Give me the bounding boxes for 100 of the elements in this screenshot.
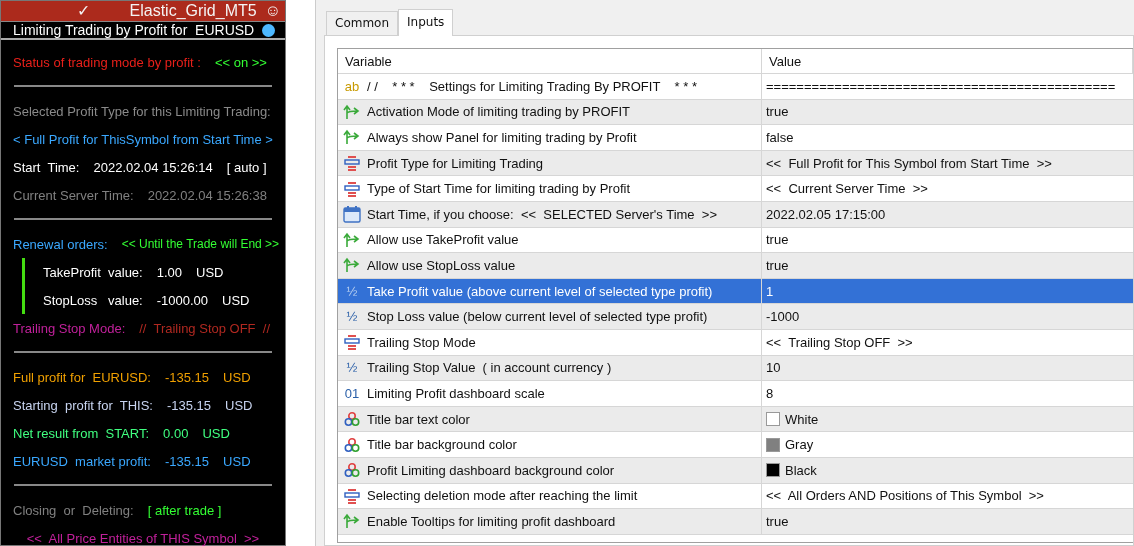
variable-value: 1 (766, 283, 774, 299)
variable-value: true (766, 232, 789, 248)
panel-text: USD (202, 425, 230, 441)
table-row[interactable]: Selecting deletion mode after reaching the limit << All Orders AND Positions of This Symbol >> (338, 483, 1133, 510)
variable-value: false (766, 130, 794, 145)
check-icon: ✓ (76, 1, 90, 21)
panel-text: EURUSD market profit: (13, 453, 151, 469)
panel-text: // Trailing Stop OFF // (139, 320, 270, 336)
table-row[interactable]: Activation Mode of limiting trading by PROFIT true (338, 99, 1133, 126)
table-row[interactable]: Start Time, if you choose: << SELECTED Server's Time >> 2022.02.05 17:15:00 (338, 201, 1133, 228)
panel-text: USD (225, 397, 253, 413)
variable-name: Profit Limiting dashboard background color (367, 462, 615, 478)
panel-text: 1.00 (156, 264, 183, 280)
variable-value: << Trailing Stop OFF >> (766, 334, 913, 350)
list-icon (343, 180, 361, 197)
panel-text: [ after trade ] (147, 502, 222, 518)
panel-text: USD (223, 453, 251, 469)
panel-text: -135.15 (165, 453, 210, 469)
fraction-icon: ½ (343, 283, 361, 299)
variable-name: Allow use TakeProfit value (367, 232, 519, 248)
color-circles-icon (343, 411, 361, 427)
panel-text: USD (196, 264, 224, 280)
variable-value: true (766, 257, 789, 273)
panel-text: -1000.00 (156, 292, 209, 308)
branch-arrow-icon (343, 257, 361, 274)
variable-value: 2022.02.05 17:15:00 (766, 206, 886, 222)
variable-name: Stop Loss value (below current level of selected type profit) (367, 309, 708, 325)
variable-value: << Full Profit for This Symbol from Start Time >> (766, 155, 1052, 171)
variable-name: Start Time, if you choose: << SELECTED Server's Time >> (367, 206, 717, 222)
panel-text: TakeProfit value: (43, 264, 143, 280)
variable-value: true (766, 513, 789, 529)
string-type-icon: ab (343, 78, 361, 94)
calendar-icon (343, 205, 361, 223)
table-row[interactable]: Trailing Stop Mode << Trailing Stop OFF >> (338, 329, 1133, 356)
variable-value: -1000 (766, 309, 800, 325)
table-row[interactable]: Type of Start Time for limiting trading by Profit << Current Server Time >> (338, 176, 1133, 202)
variable-name: Selecting deletion mode after reaching the limit (367, 488, 638, 504)
table-row[interactable]: Title bar text color White (338, 406, 1133, 433)
panel-subtitle: Limiting Trading by Profit for EURUSD (13, 22, 255, 38)
variable-value: 10 (766, 360, 781, 376)
variable-value: Gray (785, 437, 814, 453)
integer-type-icon: 01 (343, 385, 361, 401)
panel-text: USD (223, 369, 251, 385)
panel-text: [ auto ] (226, 159, 267, 175)
variable-value: << Current Server Time >> (766, 181, 928, 197)
variable-name: Take Profit value (above current level of selected type profit) (367, 283, 713, 299)
panel-text: Renewal orders: (13, 236, 108, 252)
panel-text: Trailing Stop Mode: (13, 320, 126, 336)
variable-value: White (785, 411, 819, 427)
list-icon (343, 155, 361, 172)
variable-name: Profit Type for Limiting Trading (367, 155, 544, 171)
variable-name: Trailing Stop Mode (367, 334, 476, 350)
variable-name: Trailing Stop Value ( in account currency ) (367, 360, 612, 376)
table-row[interactable]: Allow use StopLoss value true (338, 253, 1133, 279)
panel-text: Status of trading mode by profit : (13, 54, 201, 70)
panel-text: Current Server Time: (13, 187, 134, 203)
table-row[interactable]: Enable Tooltips for limiting profit dashboard true (338, 509, 1133, 535)
table-row[interactable]: ½ Trailing Stop Value ( in account currency ) 10 (338, 355, 1133, 382)
branch-arrow-icon (343, 103, 361, 120)
panel-title: Elastic_Grid_MT5 (129, 1, 257, 21)
panel-text: 2022.02.04 15:26:14 (93, 159, 213, 175)
table-row[interactable]: Profit Limiting dashboard background color Black (338, 457, 1133, 484)
fraction-icon: ½ (343, 309, 361, 325)
color-circles-icon (343, 436, 361, 453)
table-row[interactable]: Always show Panel for limiting trading by Profit false (338, 125, 1133, 151)
panel-text: StopLoss value: (43, 292, 143, 308)
panel-text: Selected Profit Type for this Limiting Trading: (13, 103, 271, 119)
list-icon (343, 487, 361, 504)
table-row[interactable]: Title bar background color Gray (338, 432, 1133, 458)
branch-arrow-icon (343, 231, 361, 248)
tab[interactable]: Common (326, 11, 399, 35)
tab[interactable]: Inputs (398, 9, 454, 36)
variable-name: Type of Start Time for limiting trading by Profit (367, 181, 630, 197)
variable-name: Limiting Profit dashboard scale (367, 385, 545, 401)
table-row[interactable]: ab / / * * * Settings for Limiting Trading By PROFIT * * * ============================================== (338, 74, 1133, 100)
table-row[interactable]: ½ Take Profit value (above current level of selected type profit) 1 (338, 278, 1133, 305)
variable-value: 8 (766, 385, 774, 401)
panel-text: Full profit for EURUSD: (13, 369, 151, 385)
panel-text: Net result from START: (13, 425, 150, 441)
branch-arrow-icon (343, 129, 361, 146)
panel-text: Closing or Deleting: (13, 502, 134, 518)
variable-value: << All Orders AND Positions of This Symbol >> (766, 488, 1044, 504)
panel-text: 2022.02.04 15:26:38 (147, 187, 267, 203)
table-row[interactable]: Profit Type for Limiting Trading << Full Profit for This Symbol from Start Time >> (338, 150, 1133, 177)
variable-value: Black (785, 462, 817, 478)
table-row[interactable]: Allow use TakeProfit value true (338, 227, 1133, 254)
variable-name: Enable Tooltips for limiting profit dashboard (367, 513, 616, 529)
variable-name: Always show Panel for limiting trading by Profit (367, 130, 637, 145)
variable-value: ============================================== (766, 78, 1116, 94)
panel-text: USD (222, 292, 250, 308)
table-row[interactable]: ½ Stop Loss value (below current level of selected type profit) -1000 (338, 304, 1133, 330)
panel-text: 0.00 (163, 425, 189, 441)
panel-text: << All Price Entities of THIS Symbol >> (26, 530, 260, 546)
table-row[interactable]: 01 Limiting Profit dashboard scale 8 (338, 381, 1133, 407)
branch-arrow-icon (343, 513, 361, 530)
panel-text: << on >> (214, 54, 267, 70)
panel-text: < Full Profit for ThisSymbol from Start Time > (13, 131, 273, 147)
panel-text: Starting profit for THIS: (13, 397, 153, 413)
panel-text: << Until the Trade will End >> (121, 237, 280, 251)
variable-name: Title bar background color (367, 437, 517, 453)
